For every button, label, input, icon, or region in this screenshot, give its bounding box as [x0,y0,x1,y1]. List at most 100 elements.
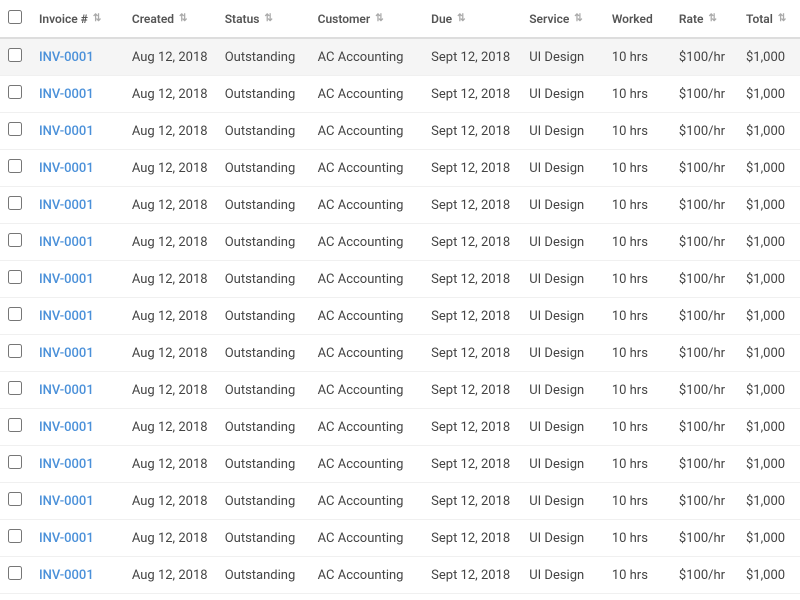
header-total-label: Total [746,12,773,26]
row-checkbox[interactable] [8,307,22,321]
rate-cell: $100/hr [671,76,738,113]
worked-cell: 10 hrs [604,446,671,483]
invoice-link[interactable]: INV-0001 [39,383,94,398]
sort-status-icon[interactable]: ⇅ [264,13,272,24]
header-rate[interactable]: Rate ⇅ [671,0,738,38]
worked-cell: 10 hrs [604,594,671,600]
header-status[interactable]: Status ⇅ [217,0,310,38]
row-checkbox[interactable] [8,233,22,247]
invoice-link[interactable]: INV-0001 [39,309,94,324]
rate-cell: $100/hr [671,520,738,557]
row-checkbox[interactable] [8,529,22,543]
header-service[interactable]: Service ⇅ [521,0,604,38]
total-cell: $1,000 [738,520,800,557]
row-checkbox[interactable] [8,48,22,62]
due-cell: Sept 12, 2018 [423,298,521,335]
service-cell: UI Design [521,594,604,600]
customer-cell: AC Accounting [310,150,424,187]
select-all-checkbox[interactable] [8,10,22,24]
created-cell: Aug 12, 2018 [124,38,217,76]
header-customer[interactable]: Customer ⇅ [310,0,424,38]
total-cell: $1,000 [738,76,800,113]
row-checkbox[interactable] [8,418,22,432]
row-checkbox[interactable] [8,85,22,99]
rate-cell: $100/hr [671,483,738,520]
row-checkbox[interactable] [8,492,22,506]
table-row: INV-0001Aug 12, 2018OutstandingAC Accoun… [0,594,800,600]
invoice-link[interactable]: INV-0001 [39,420,94,435]
created-cell: Aug 12, 2018 [124,113,217,150]
rate-cell: $100/hr [671,150,738,187]
sort-customer-icon[interactable]: ⇅ [375,13,383,24]
customer-cell: AC Accounting [310,76,424,113]
table-row: INV-0001Aug 12, 2018OutstandingAC Accoun… [0,372,800,409]
invoice-link[interactable]: INV-0001 [39,124,94,139]
rate-cell: $100/hr [671,38,738,76]
row-checkbox[interactable] [8,270,22,284]
status-cell: Outstanding [217,557,310,594]
total-cell: $1,000 [738,557,800,594]
header-invoice[interactable]: Invoice # ⇅ [31,0,124,38]
row-checkbox[interactable] [8,122,22,136]
created-cell: Aug 12, 2018 [124,557,217,594]
service-cell: UI Design [521,520,604,557]
row-checkbox[interactable] [8,196,22,210]
table-row: INV-0001Aug 12, 2018OutstandingAC Accoun… [0,187,800,224]
invoice-link[interactable]: INV-0001 [39,457,94,472]
worked-cell: 10 hrs [604,187,671,224]
table-row: INV-0001Aug 12, 2018OutstandingAC Accoun… [0,520,800,557]
status-cell: Outstanding [217,224,310,261]
row-checkbox[interactable] [8,381,22,395]
created-cell: Aug 12, 2018 [124,446,217,483]
header-total[interactable]: Total ⇅ [738,0,800,38]
invoice-link[interactable]: INV-0001 [39,50,94,65]
invoice-link[interactable]: INV-0001 [39,87,94,102]
invoice-link[interactable]: INV-0001 [39,494,94,509]
service-cell: UI Design [521,38,604,76]
invoice-link[interactable]: INV-0001 [39,272,94,287]
header-worked[interactable]: Worked [604,0,671,38]
invoice-link[interactable]: INV-0001 [39,568,94,583]
status-cell: Outstanding [217,150,310,187]
service-cell: UI Design [521,76,604,113]
due-cell: Sept 12, 2018 [423,224,521,261]
due-cell: Sept 12, 2018 [423,187,521,224]
table-row: INV-0001 Aug 12, 2018OutstandingAC Accoun… [0,298,800,335]
customer-cell: AC Accounting [310,298,424,335]
row-checkbox[interactable] [8,455,22,469]
sort-due-icon[interactable]: ⇅ [457,13,465,24]
header-due[interactable]: Due ⇅ [423,0,521,38]
worked-cell: 10 hrs [604,335,671,372]
status-cell: Outstanding [217,113,310,150]
total-cell: $1,000 [738,113,800,150]
customer-cell: AC Accounting [310,483,424,520]
customer-cell: AC Accounting [310,113,424,150]
service-cell: UI Design [521,298,604,335]
sort-total-icon[interactable]: ⇅ [778,13,786,24]
sort-created-icon[interactable]: ⇅ [179,13,187,24]
total-cell: $1,000 [738,483,800,520]
header-created[interactable]: Created ⇅ [124,0,217,38]
customer-cell: AC Accounting [310,38,424,76]
sort-invoice-icon[interactable]: ⇅ [93,13,101,24]
status-cell: Outstanding [217,372,310,409]
invoice-link[interactable]: INV-0001 [39,161,94,176]
invoice-link[interactable]: INV-0001 [39,531,94,546]
invoice-link[interactable]: INV-0001 [39,346,94,361]
sort-service-icon[interactable]: ⇅ [574,13,582,24]
rate-cell: $100/hr [671,446,738,483]
due-cell: Sept 12, 2018 [423,261,521,298]
rate-cell: $100/hr [671,113,738,150]
header-rate-label: Rate [679,12,704,26]
sort-rate-icon[interactable]: ⇅ [708,13,716,24]
header-service-label: Service [529,12,569,26]
created-cell: Aug 12, 2018 [124,298,217,335]
invoice-link[interactable]: INV-0001 [39,235,94,250]
row-checkbox[interactable] [8,159,22,173]
rate-cell: $100/hr [671,335,738,372]
status-cell: Outstanding [217,298,310,335]
total-cell: $1,000 [738,594,800,600]
row-checkbox[interactable] [8,344,22,358]
invoice-link[interactable]: INV-0001 [39,198,94,213]
row-checkbox[interactable] [8,566,22,580]
